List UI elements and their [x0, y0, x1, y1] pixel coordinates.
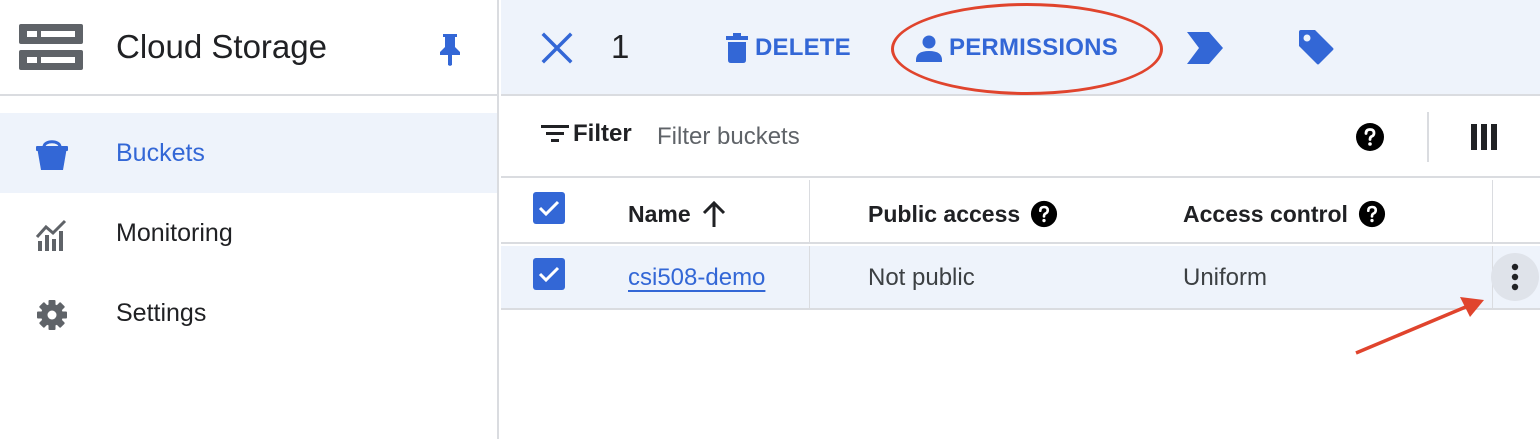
filter-label: Filter: [573, 120, 632, 147]
sidebar: Cloud Storage Buckets Monitoring Setting…: [0, 0, 499, 439]
gear-icon: [37, 300, 67, 330]
column-header-name[interactable]: Name: [628, 200, 727, 228]
label-icon[interactable]: [1187, 32, 1223, 64]
bucket-icon: [36, 140, 68, 170]
permissions-button[interactable]: PERMISSIONS: [915, 28, 1118, 68]
column-display-icon[interactable]: [1471, 124, 1497, 150]
column-header-label: Name: [628, 200, 691, 227]
close-icon[interactable]: [539, 30, 575, 66]
more-actions-button[interactable]: [1491, 253, 1539, 301]
sidebar-item-label: Settings: [116, 299, 207, 327]
sidebar-item-label: Monitoring: [116, 219, 233, 247]
help-icon[interactable]: [1355, 122, 1385, 152]
toolbar-divider: [1427, 112, 1429, 162]
column-header-label: Public access: [868, 200, 1021, 227]
column-header-access-control: Access control: [1183, 200, 1386, 228]
sort-ascending-icon: [702, 200, 725, 227]
monitoring-icon: [35, 219, 67, 251]
permissions-label: PERMISSIONS: [949, 34, 1118, 61]
column-divider: [1492, 180, 1493, 244]
selection-toolbar: 1 DELETE PERMISSIONS: [501, 0, 1540, 96]
filter-icon: [541, 125, 569, 142]
bucket-name-link[interactable]: csi508-demo: [628, 264, 765, 292]
trash-icon: [726, 33, 748, 63]
select-all-checkbox[interactable]: [533, 192, 565, 224]
pin-icon[interactable]: [437, 32, 463, 66]
app-title: Cloud Storage: [116, 28, 327, 65]
check-icon: [538, 200, 560, 217]
check-icon: [538, 266, 560, 283]
column-header-public-access: Public access: [868, 200, 1058, 228]
filter-bar: Filter: [501, 98, 1540, 178]
sidebar-item-buckets[interactable]: Buckets: [0, 113, 497, 193]
help-icon[interactable]: [1358, 200, 1386, 228]
filter-button[interactable]: Filter: [541, 120, 632, 148]
storage-logo-icon: [19, 24, 83, 70]
sidebar-item-settings[interactable]: Settings: [0, 273, 497, 353]
table-header: Name Public access Access control: [501, 180, 1540, 244]
tag-icon[interactable]: [1297, 28, 1335, 66]
row-checkbox[interactable]: [533, 258, 565, 290]
help-icon[interactable]: [1030, 200, 1058, 228]
access-control-value: Uniform: [1183, 264, 1268, 291]
delete-label: DELETE: [755, 34, 851, 61]
sidebar-header: Cloud Storage: [0, 0, 497, 96]
more-vert-icon: [1511, 263, 1519, 291]
filter-input[interactable]: [657, 120, 1277, 154]
sidebar-item-label: Buckets: [116, 139, 205, 167]
column-header-label: Access control: [1183, 200, 1348, 227]
column-divider: [809, 180, 810, 244]
selected-count: 1: [611, 28, 630, 65]
table-row[interactable]: csi508-demo Not public Uniform: [501, 246, 1540, 310]
column-divider: [809, 246, 810, 310]
delete-button[interactable]: DELETE: [725, 28, 851, 68]
person-icon: [916, 35, 942, 62]
sidebar-item-monitoring[interactable]: Monitoring: [0, 193, 497, 273]
public-access-value: Not public: [868, 264, 975, 291]
